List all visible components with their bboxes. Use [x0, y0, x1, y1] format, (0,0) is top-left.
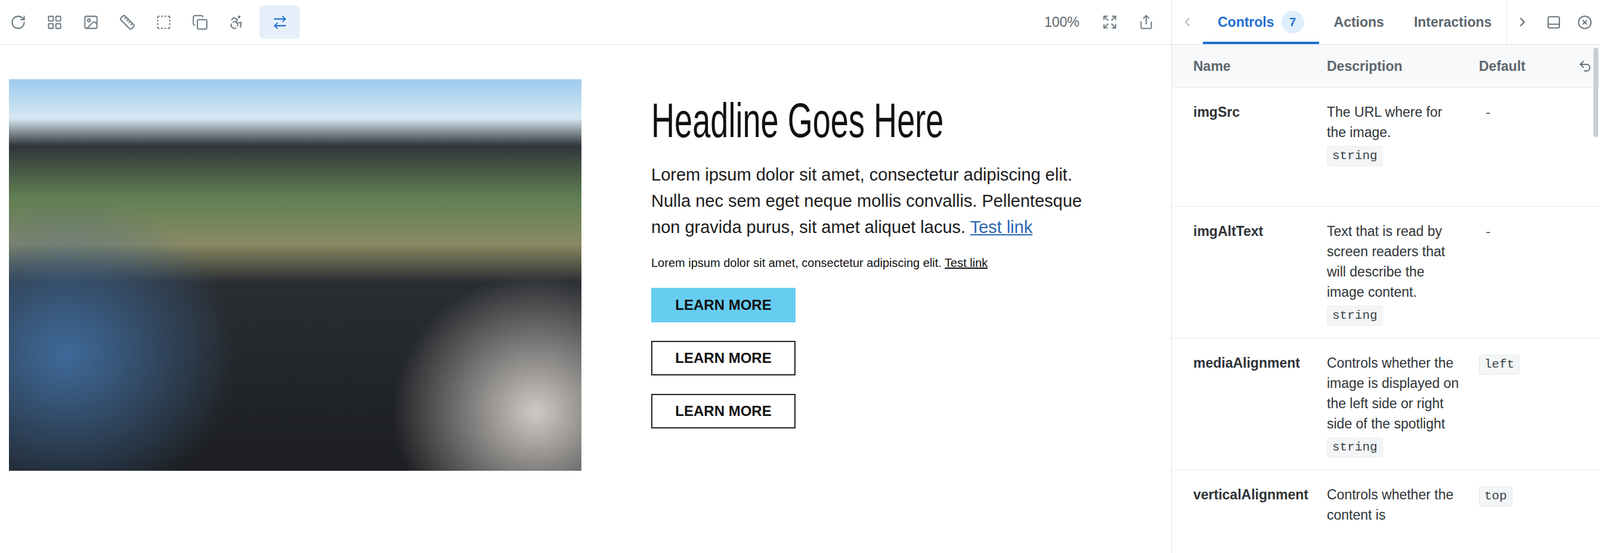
- table-row: imgSrcThe URL where for the image.string…: [1171, 87, 1600, 207]
- type-pill: string: [1326, 437, 1383, 458]
- chevron-left-icon: [1180, 14, 1195, 30]
- story-canvas: Headline Goes Here Lorem ipsum dolor sit …: [0, 44, 1172, 553]
- arg-description: Controls whether the content is: [1319, 470, 1472, 538]
- arg-name: imgAltText: [1171, 206, 1320, 254]
- scroll-right-button[interactable]: [1506, 14, 1538, 30]
- tool-button[interactable]: [1, 5, 35, 39]
- close-icon: [1577, 14, 1593, 30]
- table-header: NameDescriptionDefault: [1171, 44, 1600, 88]
- button-stack: LEARN MORE LEARN MORE LEARN MORE: [651, 288, 1090, 429]
- hero-image: [8, 79, 582, 472]
- table-row: verticalAlignmentControls whether the co…: [1171, 470, 1600, 553]
- body-link[interactable]: Test link: [970, 217, 1033, 237]
- arg-description: Controls whether the image is displayed …: [1319, 338, 1472, 470]
- transfer-icon: [271, 14, 289, 31]
- column-header: Description: [1319, 56, 1472, 77]
- default-value: top: [1478, 486, 1513, 507]
- tool-button[interactable]: [110, 5, 144, 39]
- close-panel-button[interactable]: [1568, 14, 1600, 30]
- addon-tab[interactable]: Interactions: [1399, 0, 1507, 45]
- learn-more-button[interactable]: LEARN MORE: [651, 288, 796, 323]
- grid-icon: [46, 14, 63, 31]
- tool-button[interactable]: [146, 5, 181, 39]
- fullscreen-button[interactable]: [1093, 5, 1127, 39]
- args-table: NameDescriptionDefaultimgSrcThe URL wher…: [1171, 44, 1600, 553]
- arg-default: -: [1471, 206, 1571, 256]
- tab-tools: [1506, 0, 1600, 45]
- type-pill: string: [1326, 146, 1383, 167]
- headline: Headline Goes Here: [651, 92, 941, 149]
- arg-description: The URL where for the image.string: [1319, 87, 1472, 179]
- addon-tab[interactable]: Controls7: [1202, 0, 1320, 45]
- story-content: Headline Goes Here Lorem ipsum dolor sit …: [651, 79, 1090, 429]
- background-image-icon: [82, 14, 99, 31]
- panel-bottom-icon: [1546, 14, 1562, 30]
- arg-name: verticalAlignment: [1171, 470, 1320, 518]
- addon-tab[interactable]: Actions: [1319, 0, 1400, 45]
- tool-group: [1, 5, 300, 39]
- tool-button[interactable]: [259, 5, 300, 39]
- scrollbar-thumb[interactable]: [1593, 47, 1599, 138]
- body-text: Lorem ipsum dolor sit amet, consectetur …: [651, 161, 1090, 241]
- small-link[interactable]: Test link: [944, 256, 988, 270]
- fullscreen-icon: [1102, 14, 1118, 30]
- storybook-window: 100% Headline Goes Here Lorem ipsum dolor …: [0, 0, 1600, 553]
- share-button[interactable]: [1129, 5, 1163, 39]
- learn-more-button[interactable]: LEARN MORE: [651, 341, 796, 376]
- preview-area: 100% Headline Goes Here Lorem ipsum dolor …: [0, 0, 1172, 553]
- small-text: Lorem ipsum dolor sit amet, consectetur …: [651, 254, 1090, 272]
- tab-badge: 7: [1281, 10, 1305, 34]
- outline-icon: [155, 14, 172, 31]
- table-row: imgAltTextText that is read by screen re…: [1171, 206, 1600, 339]
- learn-more-button[interactable]: LEARN MORE: [651, 394, 796, 429]
- layers-icon: [192, 14, 209, 31]
- arg-description: Text that is read by screen readers that…: [1319, 206, 1472, 339]
- arg-default: -: [1471, 87, 1571, 136]
- reset-icon: [1577, 59, 1593, 74]
- addon-tabs: Controls7ActionsInteractions: [1202, 0, 1507, 45]
- tool-button[interactable]: [219, 5, 253, 39]
- default-value: left: [1478, 354, 1520, 376]
- panel-position-button[interactable]: [1537, 14, 1569, 30]
- share-icon: [1138, 14, 1154, 30]
- default-value: -: [1478, 223, 1498, 244]
- type-pill: string: [1326, 305, 1383, 327]
- arg-default: left: [1471, 338, 1571, 388]
- tool-button[interactable]: [37, 5, 71, 39]
- accessibility-icon: [228, 14, 245, 31]
- arg-name: imgSrc: [1171, 87, 1320, 135]
- default-value: -: [1478, 103, 1498, 125]
- reload-icon: [10, 14, 27, 31]
- arg-name: mediaAlignment: [1171, 338, 1320, 386]
- column-header: Default: [1471, 56, 1571, 77]
- zoom-group: 100%: [1033, 5, 1163, 39]
- preview-toolbar: 100%: [0, 0, 1172, 45]
- chevron-right-icon: [1515, 14, 1530, 30]
- zoom-level[interactable]: 100%: [1033, 14, 1091, 31]
- addon-tab-bar: Controls7ActionsInteractions: [1171, 0, 1600, 45]
- table-row: mediaAlignmentControls whether the image…: [1171, 338, 1600, 471]
- tool-button[interactable]: [183, 5, 217, 39]
- column-header: Name: [1171, 56, 1320, 77]
- addon-panel: Controls7ActionsInteractionsNameDescript…: [1171, 0, 1600, 553]
- arg-default: top: [1471, 470, 1571, 519]
- scroll-left-button[interactable]: [1171, 0, 1203, 45]
- ruler-icon: [119, 14, 136, 31]
- tool-button[interactable]: [73, 5, 108, 39]
